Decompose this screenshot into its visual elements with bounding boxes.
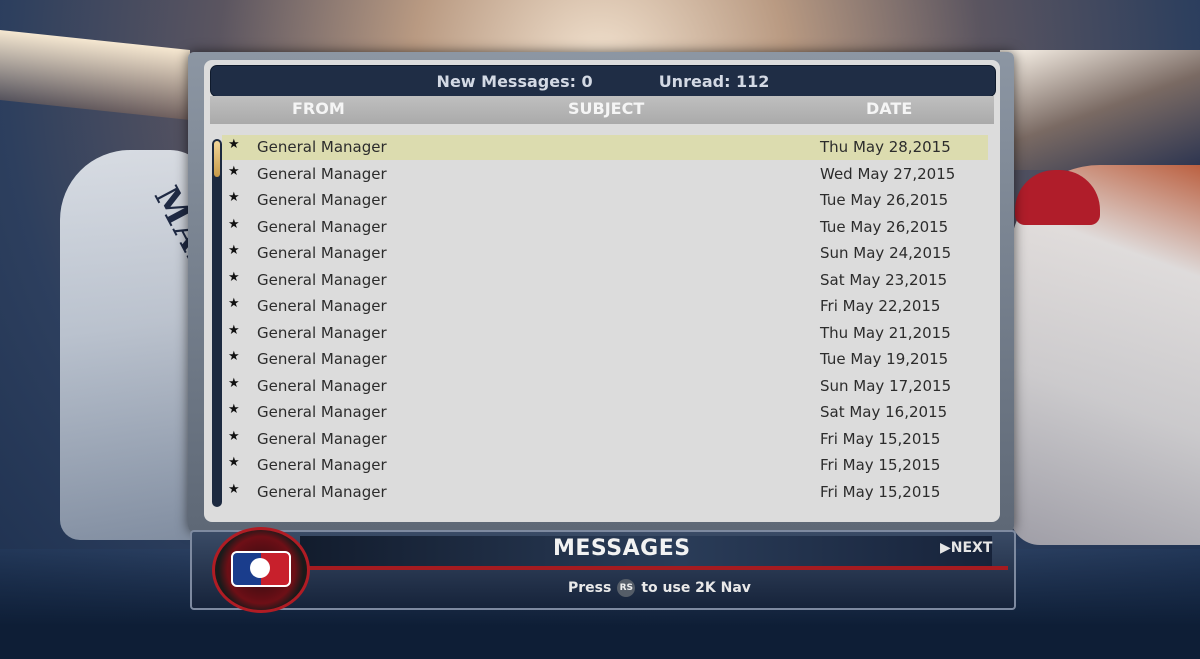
message-row[interactable]: ★ General Manager Fri May 15,2015 — [222, 453, 988, 478]
unread-star-icon: ★ — [228, 402, 240, 417]
message-from: General Manager — [257, 297, 387, 315]
message-date: Thu May 21,2015 — [820, 323, 951, 342]
message-date: Wed May 27,2015 — [820, 164, 956, 183]
message-date: Sun May 24,2015 — [820, 244, 952, 262]
unread-star-icon: ★ — [228, 455, 240, 470]
column-header-subject[interactable]: SUBJECT — [568, 99, 644, 118]
message-date: Fri May 15,2015 — [820, 456, 941, 474]
message-date: Fri May 15,2015 — [820, 482, 941, 501]
message-row[interactable]: ★ General Manager Tue May 26,2015 — [222, 188, 988, 213]
accent-strip — [300, 566, 1008, 570]
message-row[interactable]: ★ General Manager Thu May 28,2015 — [222, 135, 988, 160]
background-light — [0, 30, 190, 120]
message-row[interactable]: ★ General Manager Wed May 27,2015 — [222, 162, 988, 187]
column-header-date[interactable]: DATE — [866, 99, 912, 118]
message-from: General Manager — [257, 482, 387, 501]
unread-star-icon: ★ — [228, 269, 240, 285]
column-headers: FROM SUBJECT DATE — [210, 96, 994, 124]
message-from: General Manager — [257, 323, 387, 342]
message-date: Tue May 26,2015 — [820, 191, 949, 209]
message-list: ★ General Manager Thu May 28,2015 ★ General … — [222, 135, 990, 515]
scrollbar-track[interactable] — [212, 139, 222, 507]
message-from: General Manager — [257, 244, 387, 262]
message-from: General Manager — [257, 376, 387, 395]
message-row[interactable]: ★ General Manager Fri May 15,2015 — [222, 480, 988, 505]
unread-star-icon: ★ — [228, 163, 240, 179]
unread-star-icon: ★ — [228, 375, 240, 391]
message-from: General Manager — [257, 217, 387, 236]
message-date: Tue May 19,2015 — [820, 350, 949, 368]
message-from: General Manager — [257, 191, 387, 209]
message-date: Fri May 22,2015 — [820, 297, 941, 315]
message-from: General Manager — [257, 403, 387, 421]
message-from: General Manager — [257, 350, 387, 368]
rs-button-icon: RS — [617, 579, 636, 597]
background-light-right — [1000, 50, 1200, 170]
message-date: Sat May 23,2015 — [820, 270, 948, 289]
unread-star-icon: ★ — [228, 243, 240, 258]
hint-suffix: to use 2K Nav — [641, 580, 751, 596]
message-counts-bar: New Messages: 0 Unread: 112 — [210, 65, 996, 97]
message-row[interactable]: ★ General Manager Tue May 26,2015 — [222, 215, 988, 240]
unread-star-icon: ★ — [228, 137, 240, 152]
unread-count: Unread: 112 — [658, 71, 770, 91]
message-row[interactable]: ★ General Manager Sat May 23,2015 — [222, 268, 988, 293]
message-row[interactable]: ★ General Manager Tue May 19,2015 — [222, 347, 988, 372]
column-header-from[interactable]: FROM — [292, 99, 345, 118]
message-from: General Manager — [257, 456, 387, 474]
unread-star-icon: ★ — [228, 296, 240, 311]
unread-star-icon: ★ — [228, 349, 240, 364]
message-row[interactable]: ★ General Manager Fri May 15,2015 — [222, 427, 988, 452]
unread-star-icon: ★ — [228, 216, 240, 232]
nav-hint: Press RS to use 2K Nav — [568, 579, 751, 597]
scrollbar-thumb[interactable] — [214, 141, 220, 177]
unread-star-icon: ★ — [228, 190, 240, 205]
league-logo-icon — [231, 551, 291, 587]
message-from: General Manager — [257, 429, 387, 448]
new-messages-count: New Messages: 0 — [436, 71, 593, 91]
unread-star-icon: ★ — [228, 322, 240, 338]
hint-prefix: Press — [568, 580, 612, 596]
message-from: General Manager — [257, 270, 387, 289]
message-row[interactable]: ★ General Manager Thu May 21,2015 — [222, 321, 988, 346]
next-button[interactable]: ▶NEXT — [940, 540, 992, 556]
message-date: Thu May 28,2015 — [820, 138, 951, 156]
message-from: General Manager — [257, 164, 387, 183]
message-date: Tue May 26,2015 — [820, 217, 949, 236]
message-date: Fri May 15,2015 — [820, 429, 941, 448]
unread-star-icon: ★ — [228, 481, 240, 497]
message-from: General Manager — [257, 138, 387, 156]
screen-title: MESSAGES — [553, 536, 691, 561]
unread-star-icon: ★ — [228, 428, 240, 444]
message-row[interactable]: ★ General Manager Fri May 22,2015 — [222, 294, 988, 319]
message-row[interactable]: ★ General Manager Sat May 16,2015 — [222, 400, 988, 425]
message-date: Sun May 17,2015 — [820, 376, 952, 395]
message-row[interactable]: ★ General Manager Sun May 24,2015 — [222, 241, 988, 266]
message-date: Sat May 16,2015 — [820, 403, 948, 421]
message-row[interactable]: ★ General Manager Sun May 17,2015 — [222, 374, 988, 399]
